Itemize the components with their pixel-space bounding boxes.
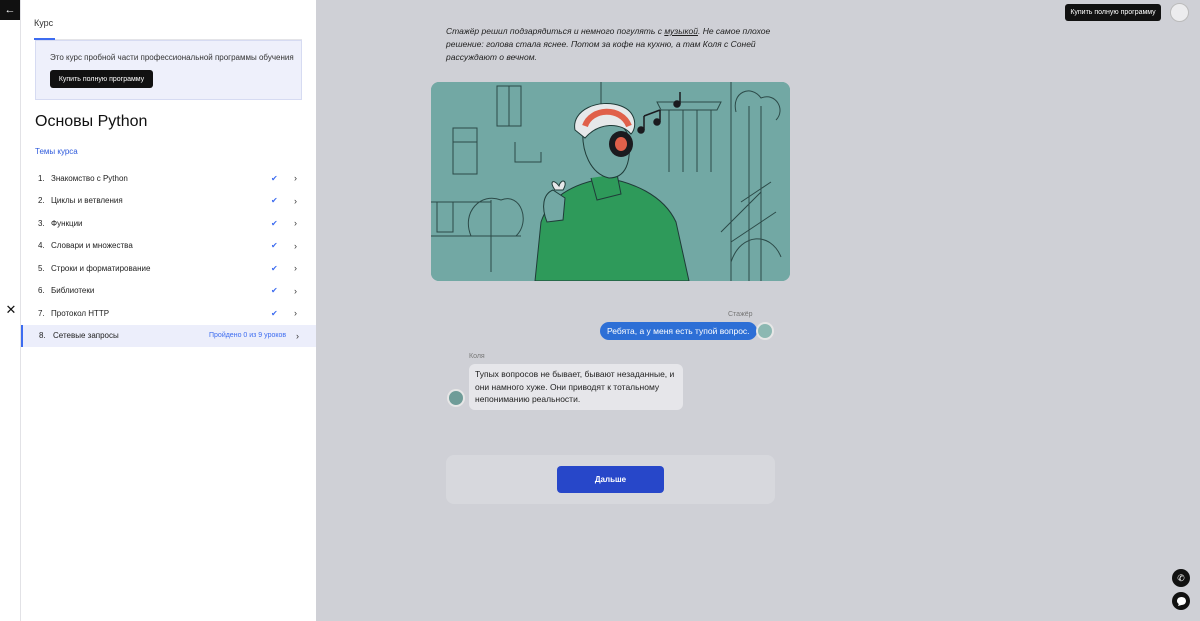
check-icon: ✔ <box>271 286 278 296</box>
close-icon: ✕ <box>5 302 17 317</box>
course-sidebar: Курс Это курс пробной части профессионал… <box>21 0 316 621</box>
buy-program-button[interactable]: Купить полную программу <box>1065 4 1161 21</box>
chat-bubble-kolya: Тупых вопросов не бывает, бывают незадан… <box>469 364 683 410</box>
topic-item-7[interactable]: 7. Протокол HTTP ✔ › <box>21 302 316 325</box>
topic-number: 7. <box>38 308 45 318</box>
chat-icon <box>1176 596 1186 606</box>
promo-buy-button[interactable]: Купить полную программу <box>50 70 153 88</box>
avatar-intern <box>756 322 774 340</box>
check-icon: ✔ <box>271 173 278 183</box>
topic-item-8[interactable]: 8. Сетевые запросы Пройдено 0 из 9 уроко… <box>21 324 316 347</box>
back-button[interactable]: ← <box>0 0 20 20</box>
topic-number: 8. <box>39 331 46 341</box>
close-sidebar-button[interactable]: ✕ <box>4 302 18 317</box>
check-icon: ✔ <box>271 218 278 228</box>
phone-icon: ✆ <box>1177 572 1185 583</box>
message-author: Стажёр <box>728 311 753 318</box>
check-icon: ✔ <box>271 196 278 206</box>
topic-label: Протокол HTTP <box>51 308 110 318</box>
message-author: Коля <box>469 353 485 360</box>
topic-number: 4. <box>38 241 45 251</box>
chevron-right-icon: › <box>294 308 297 319</box>
chevron-right-icon: › <box>296 330 299 341</box>
topic-list: 1. Знакомство с Python ✔ › 2. Циклы и ве… <box>21 167 316 347</box>
topic-label: Циклы и ветвления <box>51 196 123 206</box>
call-button[interactable]: ✆ <box>1172 569 1190 587</box>
chevron-right-icon: › <box>294 218 297 229</box>
topic-number: 2. <box>38 196 45 206</box>
topic-label: Знакомство с Python <box>51 173 128 183</box>
avatar-kolya <box>447 389 465 407</box>
user-avatar[interactable] <box>1170 3 1189 22</box>
topic-item-4[interactable]: 4. Словари и множества ✔ › <box>21 235 316 258</box>
story-text-part: Стажёр решил подзарядиться и немного пог… <box>446 26 665 36</box>
arrow-left-icon: ← <box>4 4 16 16</box>
chevron-right-icon: › <box>294 285 297 296</box>
topic-label: Библиотеки <box>51 286 95 296</box>
check-icon: ✔ <box>271 308 278 318</box>
topic-number: 1. <box>38 173 45 183</box>
topic-label: Сетевые запросы <box>53 331 119 341</box>
check-icon: ✔ <box>271 263 278 273</box>
story-illustration <box>431 82 790 281</box>
left-rail: ← ✕ <box>0 0 21 621</box>
promo-text: Это курс пробной части профессиональной … <box>50 53 294 62</box>
topics-link[interactable]: Темы курса <box>35 147 78 156</box>
topic-label: Функции <box>51 218 83 228</box>
topic-label: Словари и множества <box>51 241 133 251</box>
topic-progress: Пройдено 0 из 9 уроков <box>209 332 287 340</box>
story-text: Стажёр решил подзарядиться и немного пог… <box>446 25 776 64</box>
tab-course[interactable]: Курс <box>34 18 53 28</box>
chevron-right-icon: › <box>294 195 297 206</box>
chat-bubble-intern: Ребята, а у меня есть тупой вопрос. <box>600 322 757 340</box>
course-title: Основы Python <box>35 113 148 130</box>
topic-item-2[interactable]: 2. Циклы и ветвления ✔ › <box>21 190 316 213</box>
check-icon: ✔ <box>271 241 278 251</box>
chat-button[interactable] <box>1172 592 1190 610</box>
topic-number: 6. <box>38 286 45 296</box>
topic-item-5[interactable]: 5. Строки и форматирование ✔ › <box>21 257 316 280</box>
trial-promo-box: Это курс пробной части профессиональной … <box>35 40 302 100</box>
music-link[interactable]: музыкой <box>664 26 698 36</box>
chevron-right-icon: › <box>294 240 297 251</box>
topic-item-1[interactable]: 1. Знакомство с Python ✔ › <box>21 167 316 190</box>
chevron-right-icon: › <box>294 263 297 274</box>
topic-number: 5. <box>38 263 45 273</box>
topic-item-6[interactable]: 6. Библиотеки ✔ › <box>21 280 316 303</box>
next-step-card: Дальше <box>446 455 775 504</box>
topic-label: Строки и форматирование <box>51 263 151 273</box>
chevron-right-icon: › <box>294 173 297 184</box>
topic-item-3[interactable]: 3. Функции ✔ › <box>21 212 316 235</box>
next-button[interactable]: Дальше <box>557 466 664 493</box>
topic-number: 3. <box>38 218 45 228</box>
